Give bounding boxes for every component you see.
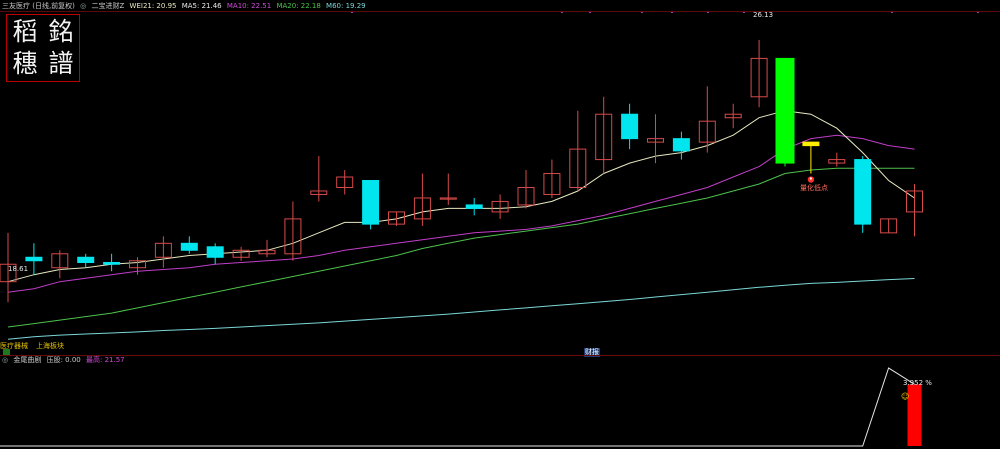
top-marker-dot <box>588 12 592 14</box>
candle <box>828 152 846 167</box>
candle-body <box>206 246 224 258</box>
candle <box>413 173 431 226</box>
ma60-value: M60: 19.29 <box>326 2 366 10</box>
candle-body <box>180 242 198 251</box>
candle <box>854 156 872 233</box>
candle <box>517 170 535 209</box>
ma60-line <box>7 278 915 340</box>
sub-bar <box>907 384 922 446</box>
seal-char: 銘 <box>48 17 74 46</box>
peak-value-label: 26.13 <box>753 11 774 19</box>
candle <box>491 194 509 219</box>
candle <box>906 184 923 237</box>
sub-value-label: 3.952 % <box>903 379 932 387</box>
wei21-value: WEI21: 20.95 <box>129 2 177 10</box>
candle <box>25 243 43 275</box>
ma10-value: MA10: 22.51 <box>226 2 272 10</box>
candle <box>284 201 302 261</box>
candle-body <box>621 113 639 140</box>
sector-tag[interactable]: 上海板块 <box>36 342 64 351</box>
candle <box>77 253 95 268</box>
candle <box>336 170 354 195</box>
candle <box>388 211 405 226</box>
candle <box>180 236 198 254</box>
candle-body <box>25 256 43 262</box>
candle <box>750 39 768 108</box>
candle <box>232 246 250 261</box>
candle-body <box>775 57 795 164</box>
candle <box>698 86 716 153</box>
price-chart[interactable] <box>0 12 1000 355</box>
top-marker-dot <box>350 12 354 14</box>
candle <box>362 180 380 230</box>
candle <box>569 110 587 191</box>
top-marker-dot <box>560 12 564 14</box>
indicator-name[interactable]: 二宝进财Z <box>92 2 125 10</box>
pane-divider <box>0 355 1000 356</box>
candle-body <box>77 256 95 263</box>
candle <box>439 173 457 205</box>
seal-logo: 稻 銘 穗 譜 <box>6 14 80 82</box>
candle-body <box>362 180 380 225</box>
ma5-value: MA5: 21.46 <box>181 2 222 10</box>
candle <box>154 236 172 268</box>
candle <box>206 243 224 265</box>
candle-body <box>854 159 872 225</box>
candle <box>595 96 613 174</box>
ma20-value: MA20: 22.18 <box>276 2 321 10</box>
candle <box>543 159 561 198</box>
candle <box>672 131 690 160</box>
candle-body <box>465 204 483 209</box>
seal-char: 譜 <box>48 49 74 78</box>
top-marker-dot <box>670 12 674 14</box>
ma20-line <box>7 167 915 328</box>
top-marker-dot <box>742 12 746 14</box>
candle <box>724 103 742 129</box>
quant-low-label: 量化低点 <box>800 184 828 192</box>
seal-char: 稻 <box>12 17 38 46</box>
candle-body <box>672 138 690 152</box>
candle <box>802 141 820 174</box>
stock-title[interactable]: 三友医疗 (日线,前复权) <box>2 2 75 10</box>
top-marker-dot <box>976 12 980 14</box>
candle-body <box>103 262 121 265</box>
low-value-label: 18.61 <box>8 265 29 273</box>
candle <box>51 250 69 279</box>
top-marker-dot <box>706 12 710 14</box>
candle <box>775 57 795 167</box>
top-marker-dot <box>640 12 644 14</box>
seal-char: 穗 <box>12 49 38 78</box>
sub-chart[interactable] <box>0 360 1000 449</box>
candle <box>310 156 328 202</box>
quant-low-marker-highlight <box>809 177 813 180</box>
top-marker-dot <box>890 12 894 14</box>
candle-body <box>802 141 820 147</box>
settings-icon[interactable]: ◎ <box>80 2 86 10</box>
candle <box>465 197 483 216</box>
sub-line <box>0 367 915 447</box>
candle <box>880 218 898 234</box>
smiley-icon: ☺ <box>901 392 910 401</box>
candle <box>621 103 639 150</box>
candle <box>103 253 121 272</box>
